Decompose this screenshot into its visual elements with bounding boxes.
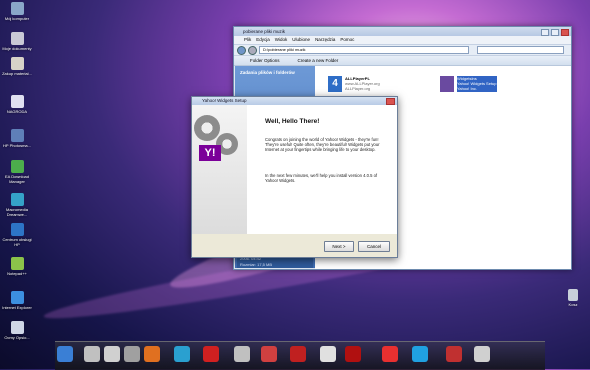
desktop-icon[interactable]: Zakup materiał... — [2, 57, 32, 76]
new-folder-button[interactable]: Create a new Folder — [298, 56, 339, 65]
yahoo-logo: Y! — [199, 145, 221, 161]
cancel-button[interactable]: Cancel — [358, 241, 390, 252]
explorer-title-bar[interactable]: pobierane pliki muzik — [234, 27, 571, 36]
dock-app-icon[interactable] — [84, 346, 100, 362]
app-icon — [10, 223, 24, 236]
dialog-paragraph: In the next few minutes, we'll help you … — [265, 173, 378, 184]
desktop-icon[interactable]: EA Download Manager — [2, 160, 32, 184]
task-pane-header[interactable]: Zadania plików i folderów — [235, 66, 315, 75]
file-item[interactable]: 4 ALLPlayerPL www.ALLPlayer.org ALLPlaye… — [328, 76, 380, 92]
desktop-icon-label: NAGRODA — [6, 109, 28, 114]
dialog-banner: Y! — [192, 105, 247, 234]
address-bar[interactable]: D:\pobierane pliki muzik — [259, 46, 469, 54]
recycle-bin-icon[interactable]: Kosz — [558, 289, 588, 307]
back-button[interactable] — [237, 45, 246, 55]
dialog-paragraph: Congrats on joining the world of Yahoo! … — [265, 137, 380, 153]
file-company: Yahoo! Inc. — [457, 86, 477, 91]
dock-app-icon[interactable] — [124, 346, 140, 362]
address-row: D:\pobierane pliki muzik — [234, 45, 571, 56]
desktop-icon-label: Notepad++ — [7, 271, 27, 276]
dock-app-icon[interactable] — [345, 346, 361, 362]
widgets-installer-icon — [440, 76, 454, 92]
folder-options-button[interactable]: Folder Options — [250, 56, 280, 65]
desktop-icon[interactable]: Macromedia Dreamwe... — [2, 193, 32, 217]
forward-button[interactable] — [248, 45, 257, 55]
app-icon — [10, 291, 24, 304]
desktop-icon[interactable]: Ocmy Opsio... — [2, 321, 32, 340]
desktop-icon-label: Macromedia Dreamwe... — [5, 207, 28, 217]
dialog-title: Yahoo! Widgets Setup — [202, 98, 247, 103]
dock-app-icon[interactable] — [234, 346, 250, 362]
dock-app-icon[interactable] — [474, 346, 490, 362]
app-icon — [10, 160, 24, 173]
desktop-icon[interactable]: Centrum obsługi HP — [2, 223, 32, 247]
desktop-icon-label: Zakup materiał... — [2, 71, 32, 76]
allplayer-icon: 4 — [328, 76, 342, 92]
dock-app-icon[interactable] — [382, 346, 398, 362]
desktop-icon[interactable]: Moje dokumenty — [2, 32, 32, 51]
menu-edit[interactable]: Edycja — [256, 36, 270, 44]
desktop-icon[interactable]: Internet Explorer — [2, 291, 32, 310]
app-icon — [10, 2, 24, 15]
dock-app-icon[interactable] — [144, 346, 160, 362]
app-icon — [10, 321, 24, 334]
close-button[interactable] — [561, 29, 569, 36]
desktop-icon-label: Ocmy Opsio... — [4, 335, 30, 340]
setup-dialog: Yahoo! Widgets Setup Y! Well, Hello Ther… — [191, 96, 398, 258]
dialog-close-button[interactable] — [386, 98, 395, 105]
dock-app-icon[interactable] — [174, 346, 190, 362]
desktop-icon-label: Mój komputer — [4, 16, 30, 21]
next-button[interactable]: Next > — [324, 241, 354, 252]
explorer-title: pobierane pliki muzik — [243, 29, 286, 34]
menu-bar: Plik Edycja Widok Ulubione Narzędzia Pom… — [234, 36, 571, 45]
app-icon — [10, 32, 24, 45]
dialog-title-bar[interactable]: Yahoo! Widgets Setup — [192, 97, 397, 105]
desktop-icon-label: HP Photosma... — [3, 143, 31, 148]
desktop-icon[interactable]: Mój komputer — [2, 2, 32, 21]
file-company: ALLPlayer.org — [345, 86, 371, 91]
dock-app-icon[interactable] — [104, 346, 120, 362]
desktop-icon-label: Moje dokumenty — [2, 46, 32, 51]
desktop-icon[interactable]: Notepad++ — [2, 257, 32, 276]
desktop-icon-label: Centrum obsługi HP — [2, 237, 32, 247]
desktop-icon[interactable]: NAGRODA — [2, 95, 32, 114]
desktop-icon[interactable]: HP Photosma... — [2, 129, 32, 148]
app-icon — [10, 95, 24, 108]
app-icon — [10, 193, 24, 206]
menu-help[interactable]: Pomoc — [340, 36, 354, 44]
maximize-button[interactable] — [551, 29, 559, 36]
menu-tools[interactable]: Narzędzia — [315, 36, 335, 44]
gear-icon — [194, 115, 220, 141]
dock-app-icon[interactable] — [203, 346, 219, 362]
app-icon — [10, 257, 24, 270]
dialog-heading: Well, Hello There! — [265, 118, 320, 125]
minimize-button[interactable] — [541, 29, 549, 36]
desktop-icon-label: EA Download Manager — [4, 174, 29, 184]
app-icon — [10, 129, 24, 142]
command-bar: Folder Options Create a new Folder — [234, 56, 571, 66]
menu-favorites[interactable]: Ulubione — [292, 36, 310, 44]
file-item-selected[interactable]: WidgetsIns Yahoo! Widgets Setup Yahoo! I… — [440, 76, 497, 92]
dock-app-icon[interactable] — [320, 346, 336, 362]
dock-app-icon[interactable] — [412, 346, 428, 362]
dialog-body: Y! Well, Hello There! Congrats on joinin… — [192, 105, 397, 234]
details-size: Rozmiar: 17,5 MB — [240, 262, 273, 267]
app-icon — [10, 57, 24, 70]
menu-view[interactable]: Widok — [275, 36, 288, 44]
dock-app-icon[interactable] — [261, 346, 277, 362]
dock-app-icon[interactable] — [290, 346, 306, 362]
menu-file[interactable]: Plik — [244, 36, 251, 44]
desktop-icon-label: Internet Explorer — [2, 305, 32, 310]
dock-app-icon[interactable] — [57, 346, 73, 362]
search-input[interactable] — [477, 46, 564, 54]
dock-app-icon[interactable] — [446, 346, 462, 362]
